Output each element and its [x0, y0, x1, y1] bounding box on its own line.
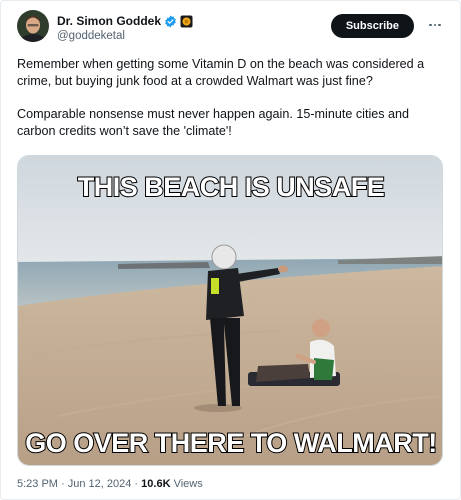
meta-separator: ·: [131, 478, 142, 490]
views-label: Views: [170, 478, 203, 490]
tweet-card: Dr. Simon Goddek @goddeketal Subscribe R…: [0, 0, 461, 500]
tweet-text: Remember when getting some Vitamin D on …: [17, 56, 449, 156]
views-count: 10.6K: [141, 478, 171, 490]
tweet-header: Dr. Simon Goddek @goddeketal Subscribe: [17, 10, 446, 46]
author-names: Dr. Simon Goddek @goddeketal: [57, 14, 193, 42]
more-options-icon[interactable]: [424, 18, 446, 32]
display-name[interactable]: Dr. Simon Goddek: [57, 14, 161, 28]
tweet-paragraph: Remember when getting some Vitamin D on …: [17, 57, 425, 88]
author-handle[interactable]: @goddeketal: [57, 30, 193, 42]
affiliation-badge-icon[interactable]: [180, 15, 193, 28]
tweet-meta: 5:23 PM · Jun 12, 2024 · 10.6K Views: [17, 478, 203, 490]
tweet-date[interactable]: Jun 12, 2024: [68, 478, 132, 490]
subscribe-button[interactable]: Subscribe: [330, 14, 414, 38]
meta-separator: ·: [57, 478, 68, 490]
tweet-time[interactable]: 5:23 PM: [17, 478, 58, 490]
avatar[interactable]: [17, 10, 49, 42]
meme-bottom-caption: GO OVER THERE TO WALMART!: [25, 428, 437, 458]
meme-top-caption: THIS BEACH IS UNSAFE: [78, 172, 385, 202]
tweet-paragraph: Comparable nonsense must never happen ag…: [17, 107, 410, 138]
verified-badge-icon: [164, 15, 177, 28]
tweet-image[interactable]: THIS BEACH IS UNSAFE GO OVER THERE TO WA…: [17, 155, 443, 466]
